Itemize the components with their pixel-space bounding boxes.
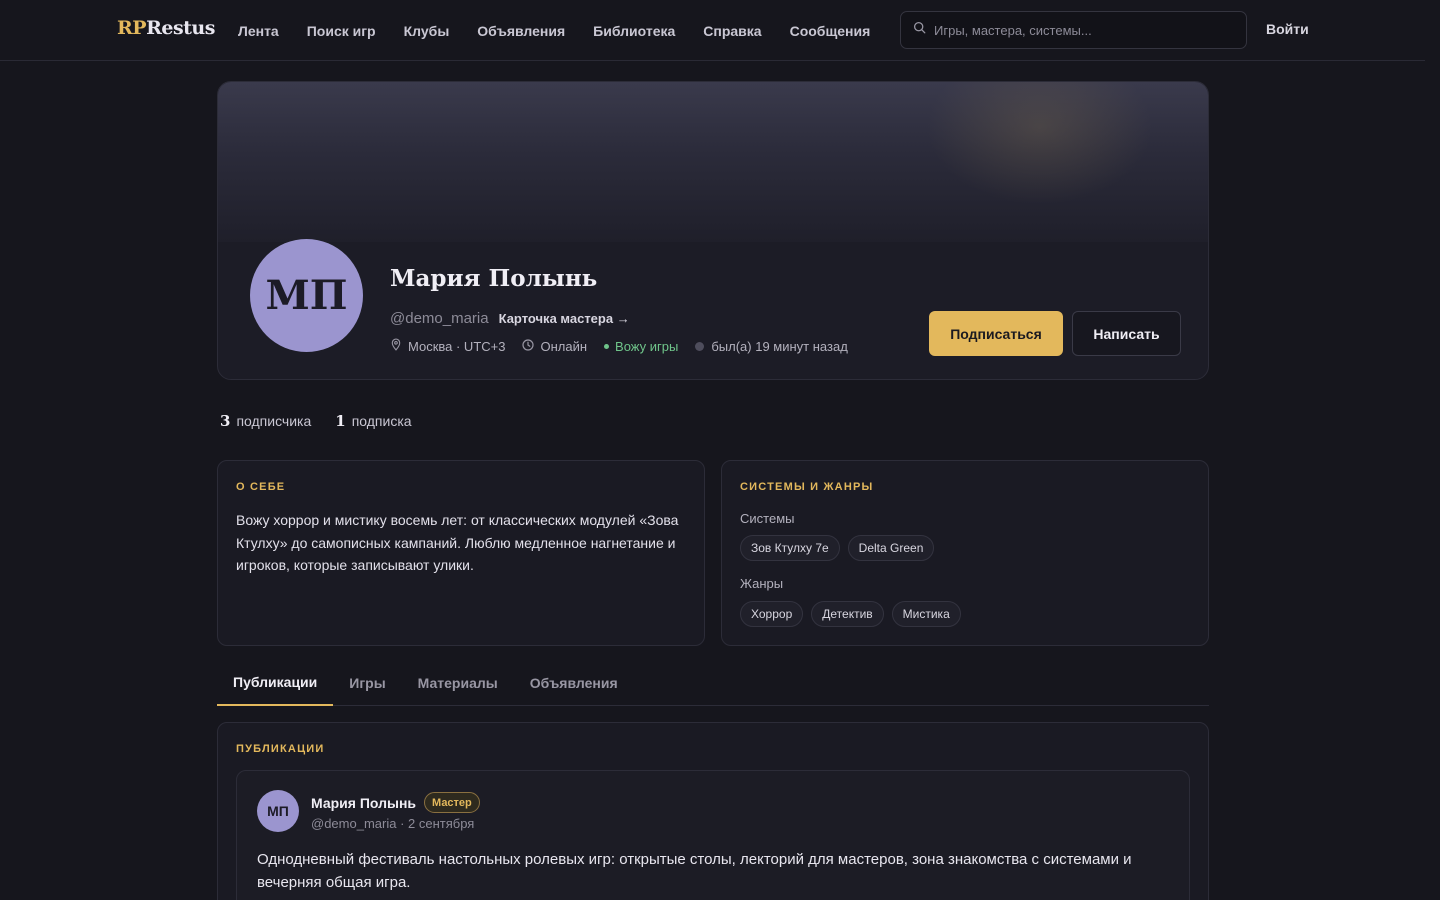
- post-meta: @demo_maria · 2 сентября: [311, 816, 475, 831]
- nav-item-help[interactable]: Справка: [689, 23, 775, 39]
- logo-rp: RP: [117, 17, 147, 39]
- location-item: Москва · UTC+3: [390, 338, 505, 354]
- genres-chips: Хоррор Детектив Мистика: [740, 601, 969, 627]
- nav-item-library[interactable]: Библиотека: [579, 23, 689, 39]
- post-author-row: Мария Полынь Мастер: [311, 792, 480, 813]
- master-badge: Мастер: [424, 792, 480, 813]
- write-message-button[interactable]: Написать: [1072, 311, 1181, 356]
- publications-title: ПУБЛИКАЦИИ: [236, 743, 325, 755]
- tab-materials[interactable]: Материалы: [402, 660, 514, 706]
- gm-status-text: Вожу игры: [615, 338, 679, 354]
- nav-item-game-search[interactable]: Поиск игр: [293, 23, 390, 39]
- profile-handle-row: @demo_maria Карточка мастера →: [390, 310, 630, 327]
- post-text: Однодневный фестиваль настольных ролевых…: [257, 851, 1132, 891]
- about-text: Вожу хоррор и мистику восемь лет: от кла…: [236, 512, 679, 573]
- location-text: Москва · UTC+3: [408, 338, 506, 354]
- following-link[interactable]: 1 подписка: [335, 412, 411, 430]
- logo-restus: Restus: [146, 17, 215, 39]
- systems-label: Системы: [740, 511, 795, 526]
- profile-handle: @demo_maria: [390, 310, 489, 327]
- subscribe-button[interactable]: Подписаться: [929, 311, 1063, 356]
- format-item: Онлайн: [522, 339, 587, 354]
- about-title: О СЕБЕ: [236, 481, 286, 493]
- post-author-name[interactable]: Мария Полынь: [311, 795, 416, 811]
- master-card-link[interactable]: Карточка мастера →: [499, 311, 630, 326]
- tab-games[interactable]: Игры: [333, 660, 401, 706]
- location-pin-icon: [390, 338, 408, 354]
- system-chip[interactable]: Зов Ктулху 7e: [740, 535, 840, 561]
- login-button[interactable]: Войти: [1266, 21, 1309, 37]
- search-box[interactable]: [900, 11, 1247, 49]
- gm-status-item: Вожу игры: [604, 339, 678, 354]
- followers-count: 3: [220, 412, 231, 430]
- profile-meta: Москва · UTC+3 Онлайн Вожу игры был(а) 1…: [390, 338, 865, 354]
- nav-item-messages[interactable]: Сообщения: [776, 23, 885, 39]
- main-nav: Лента Поиск игр Клубы Объявления Библиот…: [224, 0, 884, 61]
- tab-publications[interactable]: Публикации: [217, 660, 334, 706]
- followers-label: подписчика: [236, 413, 312, 429]
- last-seen-text: был(а) 19 минут назад: [711, 338, 848, 354]
- follow-stats: 3 подписчика 1 подписка: [220, 412, 436, 430]
- profile-cover: [218, 82, 1208, 242]
- search-input[interactable]: [934, 22, 1224, 38]
- post-card[interactable]: МП Мария Полынь Мастер @demo_maria · 2 с…: [236, 770, 1190, 900]
- nav-item-feed[interactable]: Лента: [224, 23, 293, 39]
- nav-item-ads[interactable]: Объявления: [463, 23, 579, 39]
- system-chip[interactable]: Delta Green: [847, 535, 935, 561]
- format-text: Онлайн: [540, 338, 588, 354]
- systems-genres-panel: СИСТЕМЫ И ЖАНРЫ Системы Зов Ктулху 7e De…: [721, 460, 1209, 646]
- search-icon: [913, 21, 926, 39]
- profile-name: Мария Полынь: [390, 265, 598, 292]
- publications-section: ПУБЛИКАЦИИ МП Мария Полынь Мастер @demo_…: [217, 722, 1209, 900]
- about-panel: О СЕБЕ Вожу хоррор и мистику восемь лет:…: [217, 460, 705, 646]
- followers-link[interactable]: 3 подписчика: [220, 412, 311, 430]
- genres-label: Жанры: [740, 576, 784, 591]
- following-count: 1: [335, 412, 346, 430]
- following-label: подписка: [351, 413, 412, 429]
- top-navigation-bar: RPRestus Лента Поиск игр Клубы Объявлени…: [0, 0, 1425, 61]
- site-logo[interactable]: RPRestus: [117, 17, 215, 39]
- post-avatar[interactable]: МП: [257, 790, 299, 832]
- nav-item-clubs[interactable]: Клубы: [390, 23, 464, 39]
- offline-dot-icon: [695, 341, 705, 351]
- systems-chips: Зов Ктулху 7e Delta Green: [740, 535, 942, 561]
- systems-genres-title: СИСТЕМЫ И ЖАНРЫ: [740, 481, 874, 493]
- status-dot-icon: [604, 343, 610, 349]
- profile-tabs: Публикации Игры Материалы Объявления: [217, 660, 1209, 706]
- genre-chip[interactable]: Детектив: [811, 601, 884, 627]
- clock-icon: [522, 338, 540, 354]
- tab-ads[interactable]: Объявления: [514, 660, 634, 706]
- genre-chip[interactable]: Хоррор: [740, 601, 804, 627]
- genre-chip[interactable]: Мистика: [891, 601, 961, 627]
- last-seen-item: был(а) 19 минут назад: [695, 338, 848, 354]
- profile-card: МП Мария Полынь @demo_maria Карточка мас…: [217, 81, 1209, 380]
- avatar: МП: [250, 239, 363, 352]
